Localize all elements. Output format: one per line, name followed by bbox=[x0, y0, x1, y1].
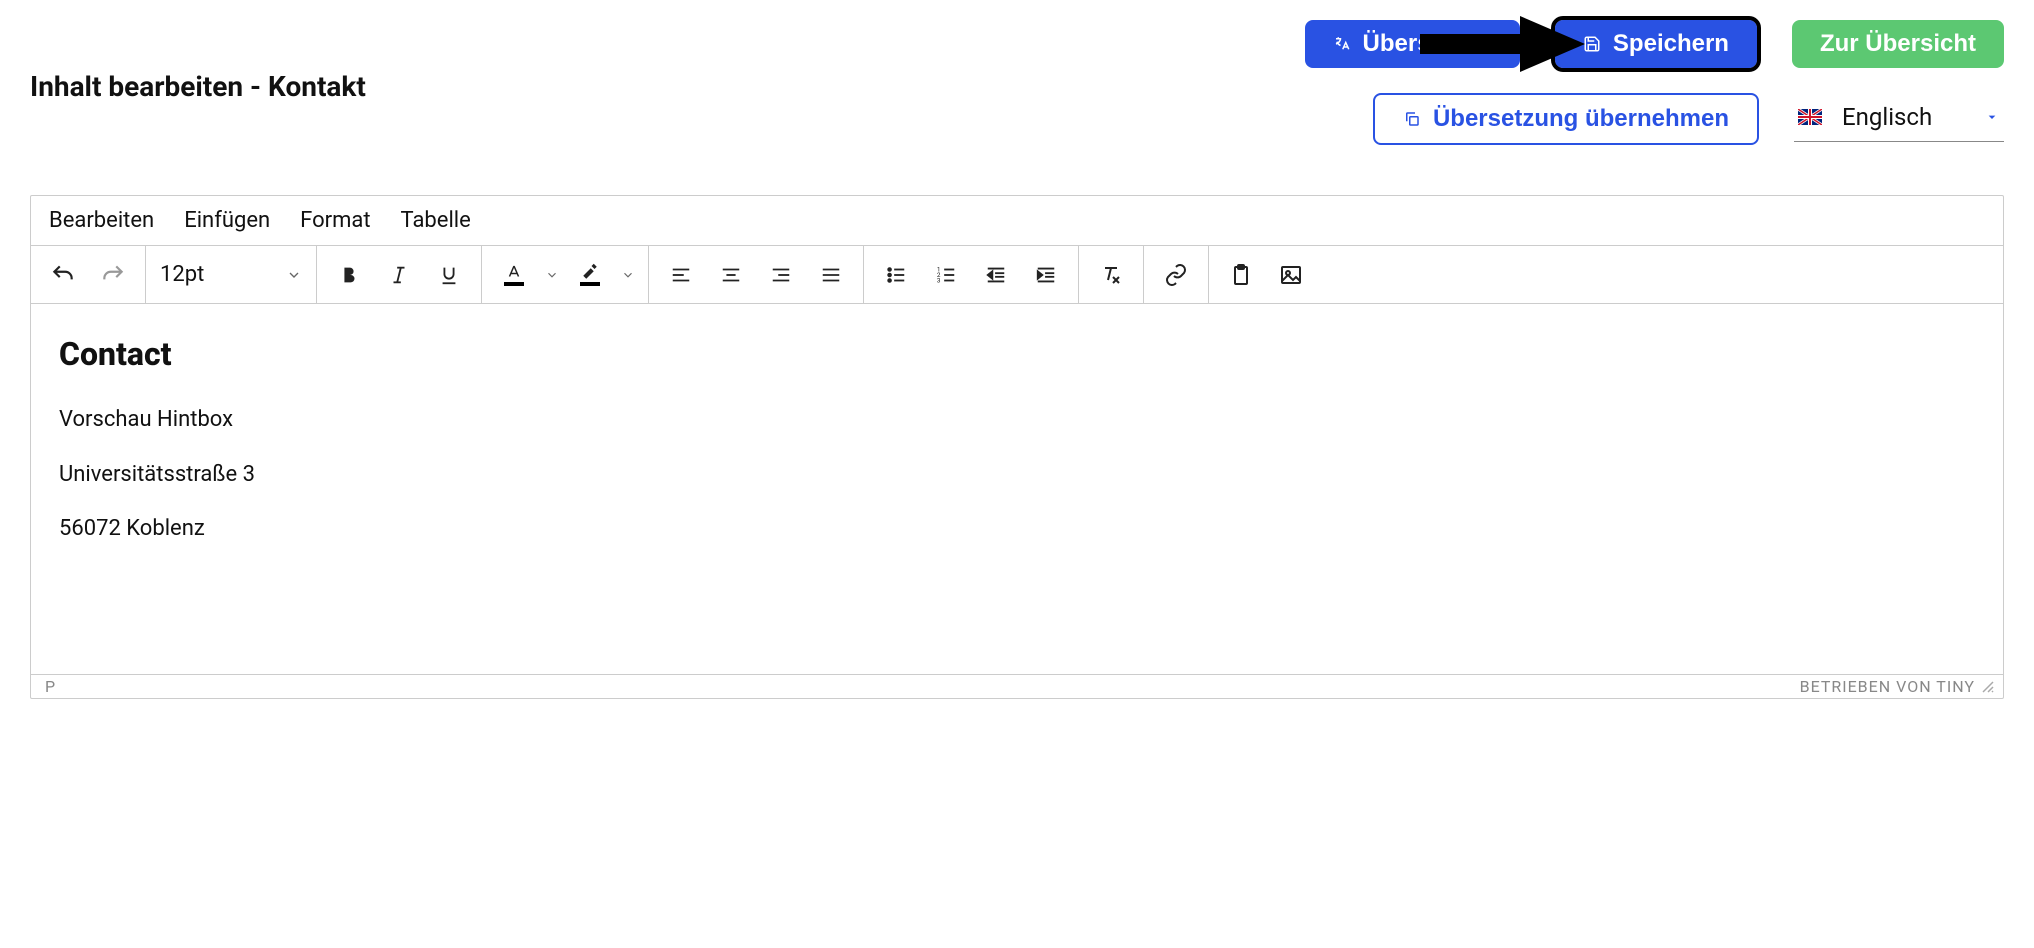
apply-translation-button[interactable]: Übersetzung übernehmen bbox=[1373, 93, 1759, 145]
save-icon bbox=[1583, 35, 1601, 53]
link-button[interactable] bbox=[1154, 253, 1198, 297]
bullet-list-button[interactable] bbox=[874, 253, 918, 297]
align-right-button[interactable] bbox=[759, 253, 803, 297]
translate-button[interactable]: Übersetzen bbox=[1305, 20, 1520, 68]
paste-button[interactable] bbox=[1219, 253, 1263, 297]
bold-button[interactable] bbox=[327, 253, 371, 297]
chevron-down-icon bbox=[286, 267, 302, 283]
content-line: Universitätsstraße 3 bbox=[59, 460, 1975, 491]
editor-statusbar: P BETRIEBEN VON TINY bbox=[31, 674, 2003, 698]
language-selector[interactable]: Englisch bbox=[1794, 97, 2004, 142]
indent-button[interactable] bbox=[1024, 253, 1068, 297]
powered-by-label: BETRIEBEN VON TINY bbox=[1800, 677, 1975, 696]
text-color-caret[interactable] bbox=[542, 268, 562, 282]
menu-edit[interactable]: Bearbeiten bbox=[49, 208, 154, 233]
underline-button[interactable] bbox=[427, 253, 471, 297]
highlight-caret[interactable] bbox=[618, 268, 638, 282]
copy-icon bbox=[1403, 110, 1421, 128]
align-justify-button[interactable] bbox=[809, 253, 853, 297]
save-button[interactable]: Speichern bbox=[1555, 20, 1757, 68]
image-button[interactable] bbox=[1269, 253, 1313, 297]
apply-translation-label: Übersetzung übernehmen bbox=[1433, 105, 1729, 133]
menu-format[interactable]: Format bbox=[300, 208, 370, 233]
highlight-button[interactable] bbox=[568, 253, 612, 297]
editor-toolbar: 12pt bbox=[31, 246, 2003, 304]
menu-table[interactable]: Tabelle bbox=[401, 208, 471, 233]
numbered-list-button[interactable]: 123 bbox=[924, 253, 968, 297]
font-size-value: 12pt bbox=[160, 262, 204, 287]
translate-icon bbox=[1333, 35, 1351, 53]
save-button-label: Speichern bbox=[1613, 30, 1729, 58]
font-size-select[interactable]: 12pt bbox=[146, 246, 316, 303]
redo-button[interactable] bbox=[91, 253, 135, 297]
editor-menubar: Bearbeiten Einfügen Format Tabelle bbox=[31, 196, 2003, 246]
clear-formatting-button[interactable] bbox=[1089, 253, 1133, 297]
undo-button[interactable] bbox=[41, 253, 85, 297]
element-path[interactable]: P bbox=[45, 677, 56, 696]
flag-uk-icon bbox=[1798, 109, 1822, 125]
language-label: Englisch bbox=[1842, 103, 1964, 131]
translate-button-label: Übersetzen bbox=[1363, 30, 1492, 58]
svg-text:3: 3 bbox=[937, 276, 941, 284]
rich-text-editor: Bearbeiten Einfügen Format Tabelle 12pt bbox=[30, 195, 2004, 699]
resize-handle-icon[interactable] bbox=[1981, 680, 1995, 694]
outdent-button[interactable] bbox=[974, 253, 1018, 297]
editor-content[interactable]: Contact Vorschau Hintbox Universitätsstr… bbox=[31, 304, 2003, 674]
content-line: 56072 Koblenz bbox=[59, 514, 1975, 545]
align-left-button[interactable] bbox=[659, 253, 703, 297]
italic-button[interactable] bbox=[377, 253, 421, 297]
overview-button[interactable]: Zur Übersicht bbox=[1792, 20, 2004, 68]
menu-insert[interactable]: Einfügen bbox=[184, 208, 270, 233]
page-title: Inhalt bearbeiten - Kontakt bbox=[30, 70, 366, 103]
content-line: Vorschau Hintbox bbox=[59, 405, 1975, 436]
text-color-button[interactable] bbox=[492, 253, 536, 297]
overview-button-label: Zur Übersicht bbox=[1820, 30, 1976, 58]
caret-down-icon bbox=[1984, 109, 2000, 125]
content-heading: Contact bbox=[59, 332, 1975, 377]
align-center-button[interactable] bbox=[709, 253, 753, 297]
